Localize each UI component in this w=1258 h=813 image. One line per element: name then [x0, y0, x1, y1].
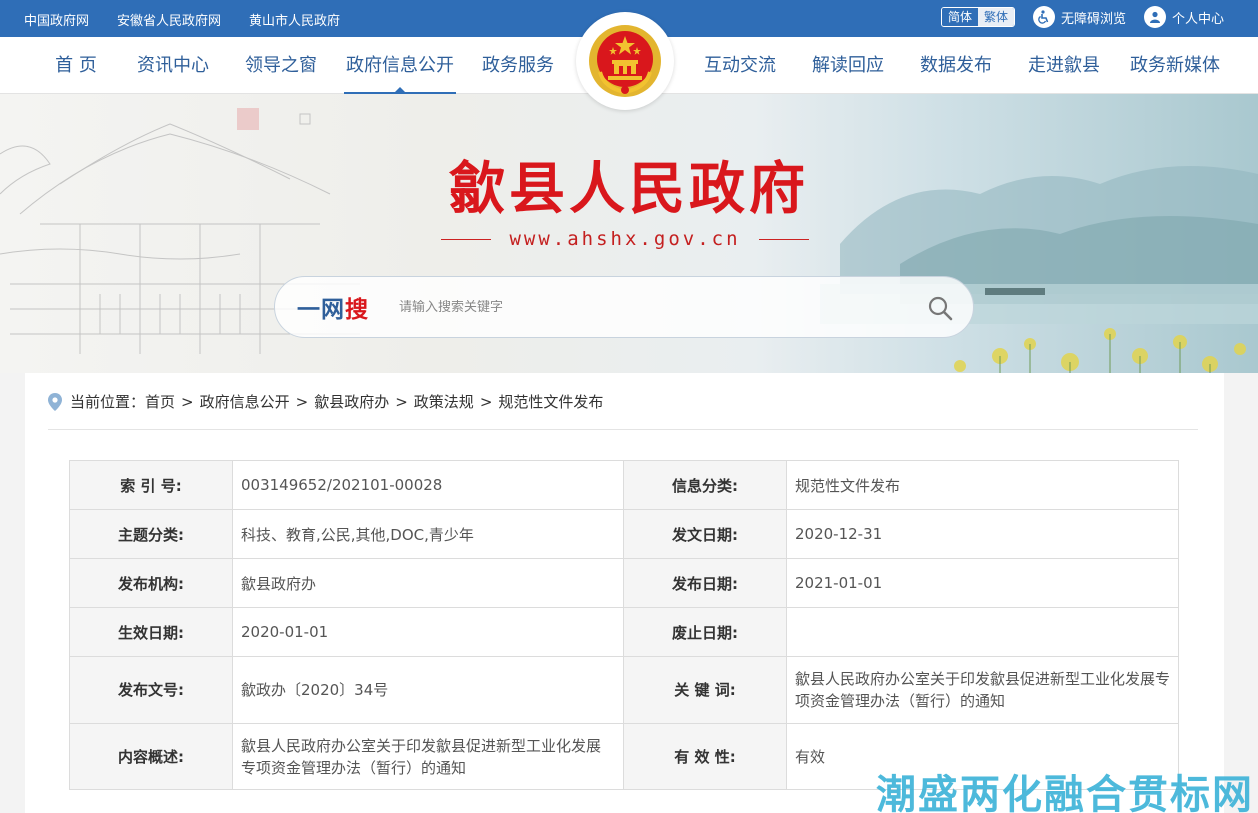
meta-key: 信息分类: [623, 460, 787, 510]
document-metadata-table: 索 引 号: 003149652/202101-00028 信息分类: 规范性文… [69, 460, 1179, 790]
accessibility-label: 无障碍浏览 [1060, 11, 1126, 27]
national-emblem-icon [589, 25, 661, 97]
meta-value: 歙县人民政府办公室关于印发歙县促进新型工业化发展专项资金管理办法（暂行）的通知 [786, 656, 1179, 724]
breadcrumb-label: 当前位置： [70, 393, 146, 411]
url-line-left [441, 238, 491, 240]
meta-key: 发布机构: [69, 558, 233, 608]
user-icon [1143, 6, 1166, 28]
meta-value: 科技、教育,公民,其他,DOC,青少年 [232, 509, 624, 559]
meta-value [786, 607, 1179, 657]
content-panel: 当前位置： 首页 > 政府信息公开 > 歙县政府办 > 政策法规 > 规范性文件… [25, 373, 1224, 813]
meta-value: 歙县政府办 [232, 558, 624, 608]
language-switch: 简体 繁体 [940, 7, 1015, 27]
top-link-gov-cn[interactable]: 中国政府网 [24, 10, 89, 29]
lang-traditional-button[interactable]: 繁体 [977, 8, 1014, 26]
meta-key: 废止日期: [623, 607, 787, 657]
table-row: 发布文号: 歙政办〔2020〕34号 关 键 词: 歙县人民政府办公室关于印发歙… [69, 656, 1179, 724]
site-banner: 歙县人民政府 www.ahshx.gov.cn 一网搜 [0, 94, 1258, 373]
personal-center-label: 个人中心 [1171, 11, 1224, 27]
breadcrumb-info-disclosure[interactable]: 政府信息公开 [200, 391, 290, 412]
personal-center-button[interactable]: 个人中心 [1143, 6, 1224, 28]
top-links: 中国政府网 安徽省人民政府网 黄山市人民政府 [24, 10, 340, 29]
breadcrumb-sep: > [295, 392, 309, 411]
breadcrumb-normative-docs[interactable]: 规范性文件发布 [498, 391, 603, 412]
search-input[interactable] [399, 299, 899, 315]
url-line-right [759, 238, 809, 240]
national-emblem[interactable] [576, 12, 674, 110]
search-brand-left: 一网 [297, 297, 345, 323]
breadcrumb-sep: > [395, 392, 408, 411]
watermark-text: 潮盛两化融合贯标网 [876, 772, 1254, 813]
meta-key: 有 效 性: [623, 723, 787, 790]
breadcrumb-divider [48, 429, 1198, 430]
nav-item-new-media[interactable]: 政务新媒体 [1122, 37, 1228, 94]
meta-value: 歙县人民政府办公室关于印发歙县促进新型工业化发展专项资金管理办法（暂行）的通知 [232, 723, 624, 790]
table-row: 生效日期: 2020-01-01 废止日期: [69, 607, 1179, 657]
search-icon[interactable] [927, 295, 953, 321]
site-url-row: www.ahshx.gov.cn [441, 228, 809, 250]
breadcrumb-home[interactable]: 首页 [145, 391, 175, 412]
search-box: 一网搜 [274, 276, 974, 338]
meta-value: 2020-12-31 [786, 509, 1179, 559]
meta-value: 歙政办〔2020〕34号 [232, 656, 624, 724]
accessibility-button[interactable]: 无障碍浏览 [1032, 6, 1126, 28]
nav-item-interpretation[interactable]: 解读回应 [804, 37, 892, 94]
table-row: 主题分类: 科技、教育,公民,其他,DOC,青少年 发文日期: 2020-12-… [69, 509, 1179, 559]
meta-value: 003149652/202101-00028 [232, 460, 624, 510]
meta-key: 主题分类: [69, 509, 233, 559]
search-brand-right: 搜 [345, 297, 369, 323]
search-brand: 一网搜 [297, 290, 369, 324]
meta-key: 关 键 词: [623, 656, 787, 724]
meta-value: 2020-01-01 [232, 607, 624, 657]
meta-key: 索 引 号: [69, 460, 233, 510]
top-right-tools: 简体 繁体 无障碍浏览 个人中心 [940, 6, 1224, 28]
meta-key: 发布文号: [69, 656, 233, 724]
breadcrumb-sep: > [181, 392, 194, 411]
breadcrumb: 当前位置： 首页 > 政府信息公开 > 歙县政府办 > 政策法规 > 规范性文件… [48, 391, 603, 412]
breadcrumb-county-office[interactable]: 歙县政府办 [314, 391, 389, 412]
meta-key: 生效日期: [69, 607, 233, 657]
site-url: www.ahshx.gov.cn [509, 228, 741, 250]
nav-item-about[interactable]: 走进歙县 [1020, 37, 1108, 94]
nav-item-services[interactable]: 政务服务 [474, 37, 562, 94]
table-row: 索 引 号: 003149652/202101-00028 信息分类: 规范性文… [69, 460, 1179, 510]
table-row: 发布机构: 歙县政府办 发布日期: 2021-01-01 [69, 558, 1179, 608]
nav-item-info-disclosure[interactable]: 政府信息公开 [344, 37, 456, 94]
location-pin-icon [48, 392, 62, 411]
nav-item-home[interactable]: 首 页 [44, 37, 108, 94]
site-title: 歙县人民政府 [449, 156, 809, 222]
meta-value: 规范性文件发布 [786, 460, 1179, 510]
meta-value: 2021-01-01 [786, 558, 1179, 608]
meta-key: 内容概述: [69, 723, 233, 790]
lang-simplified-button[interactable]: 简体 [941, 8, 978, 26]
breadcrumb-policy[interactable]: 政策法规 [414, 391, 474, 412]
meta-key: 发布日期: [623, 558, 787, 608]
top-link-huangshan[interactable]: 黄山市人民政府 [249, 10, 340, 29]
breadcrumb-sep: > [479, 392, 493, 411]
nav-item-interaction[interactable]: 互动交流 [696, 37, 784, 94]
meta-key: 发文日期: [623, 509, 787, 559]
top-link-anhui[interactable]: 安徽省人民政府网 [117, 10, 221, 29]
nav-item-leaders[interactable]: 领导之窗 [236, 37, 326, 94]
accessibility-icon [1032, 6, 1055, 28]
nav-item-data[interactable]: 数据发布 [912, 37, 1000, 94]
nav-item-news[interactable]: 资讯中心 [128, 37, 218, 94]
